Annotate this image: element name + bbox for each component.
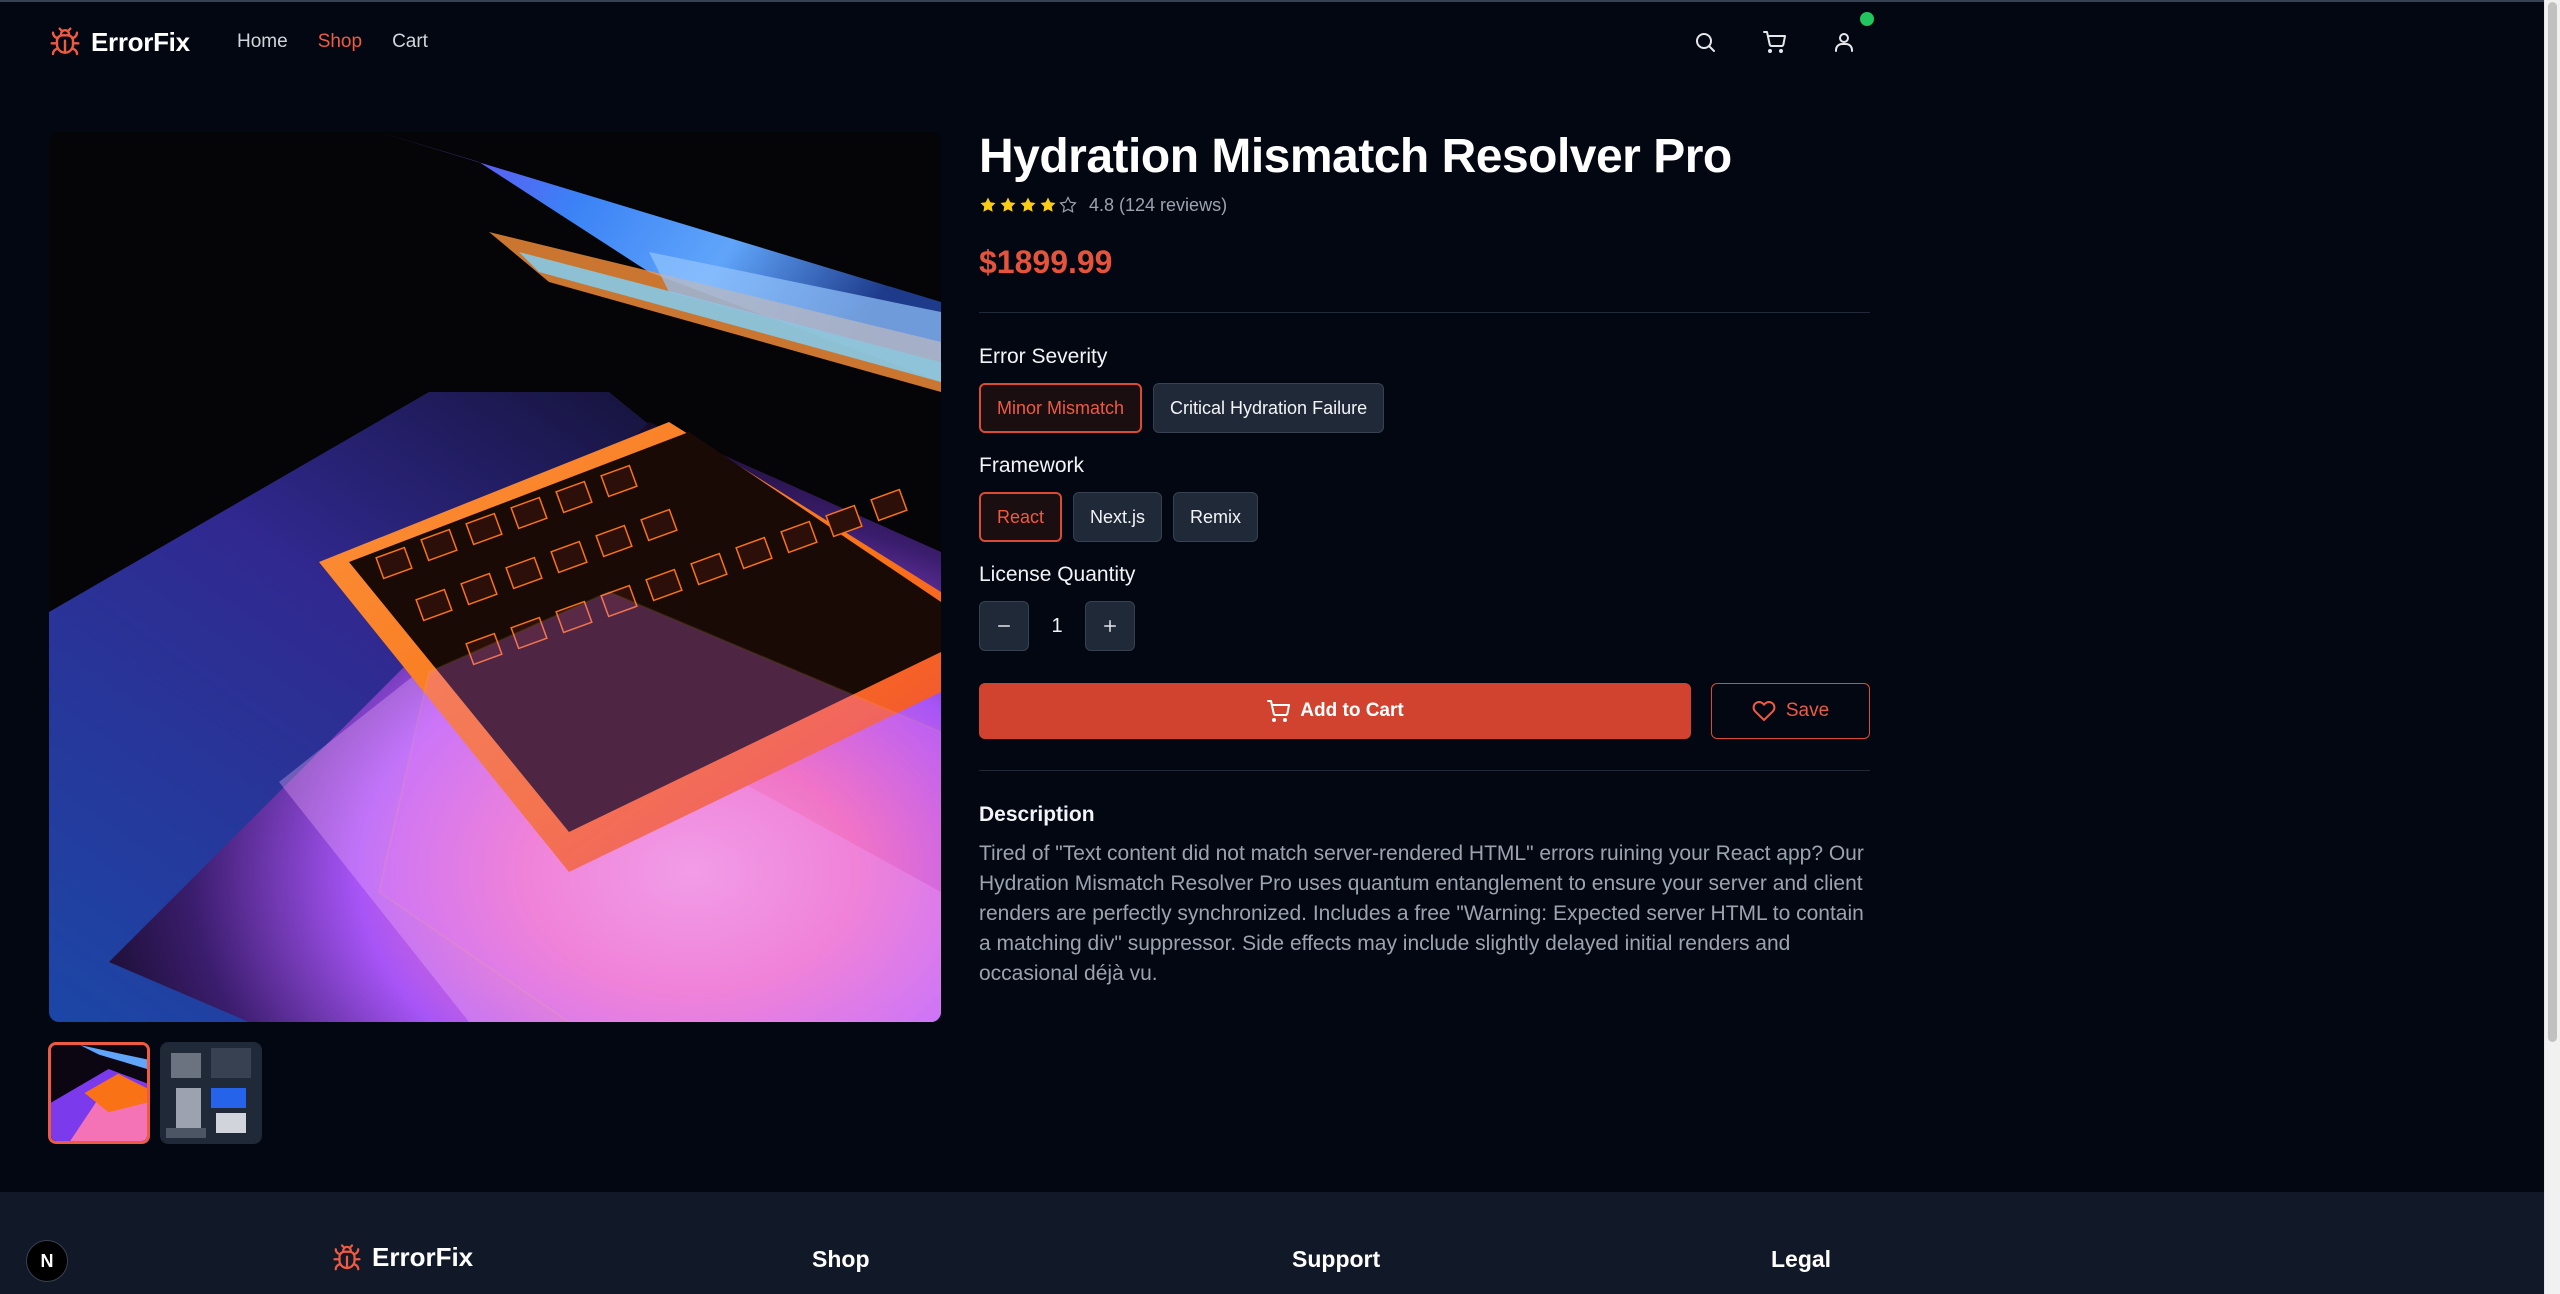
cart-button[interactable] xyxy=(1758,26,1790,58)
bug-icon xyxy=(50,27,80,56)
product-price: $1899.99 xyxy=(979,244,1113,280)
nextjs-dev-badge[interactable]: N xyxy=(26,1240,68,1282)
laptop-photo xyxy=(49,132,941,1022)
search-icon xyxy=(1696,33,1715,52)
plus-icon xyxy=(1104,620,1116,632)
circuit-thumbnail-image xyxy=(161,1043,261,1143)
quantity-value[interactable]: 1 xyxy=(1029,615,1085,638)
nav-home[interactable]: Home xyxy=(237,31,288,53)
add-to-cart-label: Add to Cart xyxy=(1300,700,1404,721)
footer-heading-support: Support xyxy=(1292,1246,1381,1272)
account-button[interactable] xyxy=(1828,26,1860,58)
severity-label: Error Severity xyxy=(979,345,1108,368)
option-critical-hydration-failure[interactable]: Critical Hydration Failure xyxy=(1153,383,1385,433)
product-actions: Add to Cart Save xyxy=(979,683,1870,739)
star-rating xyxy=(979,196,1077,214)
nav-shop[interactable]: Shop xyxy=(318,31,362,53)
main-nav: Home Shop Cart xyxy=(237,31,428,53)
star-empty-icon xyxy=(1059,196,1077,213)
bug-icon xyxy=(333,1243,361,1270)
cart-icon xyxy=(1763,31,1786,53)
footer-heading-legal: Legal xyxy=(1771,1246,1832,1272)
footer-heading-shop: Shop xyxy=(812,1246,870,1272)
site-header: ErrorFix Home Shop Cart xyxy=(0,2,2544,82)
product-main-image xyxy=(49,132,941,1022)
option-minor-mismatch[interactable]: Minor Mismatch xyxy=(979,383,1143,433)
quantity-label: License Quantity xyxy=(979,563,1136,586)
site-footer: ErrorFix Shop Support Legal xyxy=(0,1192,2544,1294)
star-filled-icon xyxy=(1040,197,1056,212)
save-label: Save xyxy=(1785,700,1830,721)
option-nextjs[interactable]: Next.js xyxy=(1073,492,1163,542)
page-scrollbar[interactable] xyxy=(2544,0,2560,1294)
product-rating: 4.8 (124 reviews) xyxy=(979,192,1870,218)
brand-logo[interactable]: ErrorFix xyxy=(49,26,190,58)
quantity-stepper: 1 xyxy=(979,601,1870,651)
increment-button[interactable] xyxy=(1085,601,1135,651)
footer-logo[interactable]: ErrorFix xyxy=(332,1242,473,1273)
description-title: Description xyxy=(979,803,1095,826)
severity-options: Minor Mismatch Critical Hydration Failur… xyxy=(979,383,1870,433)
divider xyxy=(979,312,1870,313)
option-react[interactable]: React xyxy=(979,492,1063,542)
heart-icon xyxy=(1752,701,1776,721)
star-filled-icon xyxy=(980,197,996,212)
search-button[interactable] xyxy=(1689,26,1721,58)
save-button[interactable]: Save xyxy=(1711,683,1870,739)
nav-cart[interactable]: Cart xyxy=(392,31,428,53)
brand-name: ErrorFix xyxy=(91,26,190,57)
page: ErrorFix Home Shop Cart Hydration Mismat… xyxy=(0,0,2544,1294)
cart-icon xyxy=(1267,700,1291,722)
status-dot xyxy=(1860,12,1874,26)
thumbnail-2[interactable] xyxy=(160,1042,262,1144)
divider xyxy=(979,770,1870,771)
rating-text: 4.8 (124 reviews) xyxy=(1089,194,1228,215)
product-title: Hydration Mismatch Resolver Pro xyxy=(979,130,1732,183)
decrement-button[interactable] xyxy=(979,601,1029,651)
laptop-thumbnail-image xyxy=(51,1045,147,1141)
scrollbar-thumb[interactable] xyxy=(2548,2,2557,1042)
thumbnail-1[interactable] xyxy=(48,1042,150,1144)
option-remix[interactable]: Remix xyxy=(1173,492,1259,542)
framework-label: Framework xyxy=(979,454,1085,477)
framework-options: React Next.js Remix xyxy=(979,492,1870,542)
footer-brand-name: ErrorFix xyxy=(372,1242,474,1272)
minus-icon xyxy=(998,625,1010,627)
add-to-cart-button[interactable]: Add to Cart xyxy=(979,683,1691,739)
user-icon xyxy=(1835,33,1853,52)
product-info: Hydration Mismatch Resolver Pro 4.8 (124… xyxy=(979,128,1870,989)
product-description: Tired of "Text content did not match ser… xyxy=(979,842,1864,985)
star-filled-icon xyxy=(1020,197,1036,212)
star-filled-icon xyxy=(1000,197,1016,212)
